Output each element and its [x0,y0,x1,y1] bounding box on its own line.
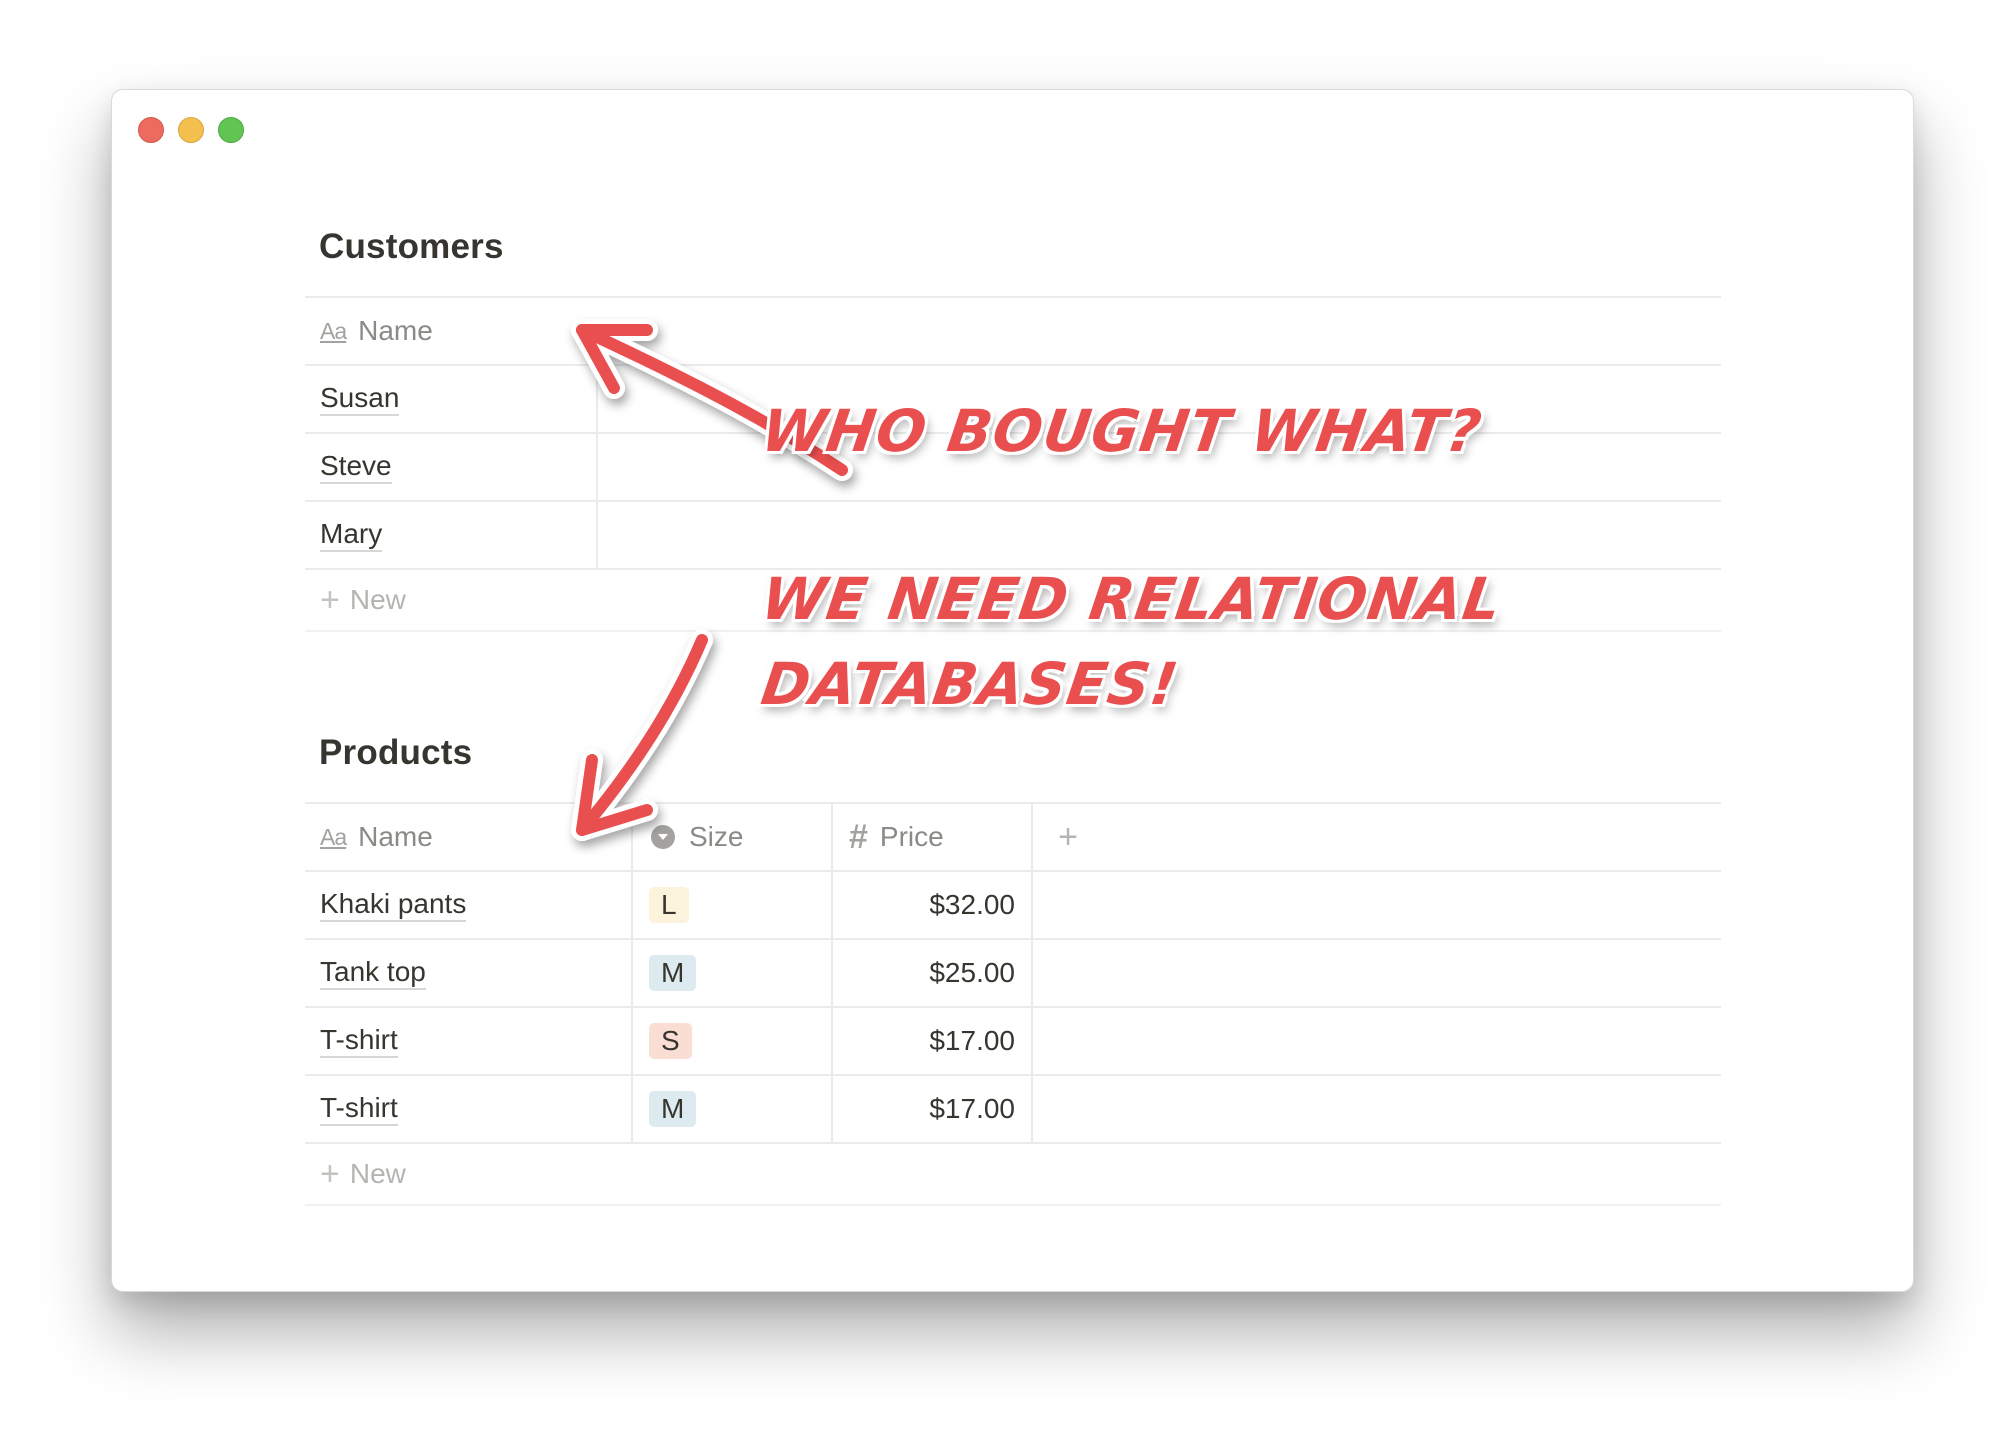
column-header-label: Price [879,821,944,852]
plus-icon: + [1058,817,1078,856]
app-window: Customers Aa Name Susan Steve Mary + New… [111,89,1914,1292]
size-cell[interactable]: M [633,940,833,1006]
size-tag: M [649,955,697,991]
products-table: Aa Name Size # Price + Khaki pants L $32… [305,802,1721,1206]
price-cell[interactable]: $25.00 [833,940,1033,1006]
price-value: $32.00 [929,889,1015,920]
product-name[interactable]: T-shirt [320,1092,398,1126]
add-column-button[interactable]: + [1033,804,1103,870]
name-cell[interactable]: Tank top [305,940,633,1006]
table-row[interactable]: Khaki pants L $32.00 [305,872,1721,940]
product-name[interactable]: Khaki pants [320,888,467,922]
annotation-relational-line2: DATABASES! [757,650,1183,718]
customers-title: Customers [319,227,504,266]
plus-icon: + [320,1155,340,1193]
stage: Customers Aa Name Susan Steve Mary + New… [0,0,2000,1440]
plus-icon: + [320,581,340,619]
arrow-icon [571,319,853,481]
maximize-window-button[interactable] [218,117,244,143]
size-cell[interactable]: S [633,1008,833,1074]
customers-header-row: Aa Name [305,296,1721,366]
name-cell[interactable]: T-shirt [305,1076,633,1142]
price-value: $17.00 [929,1093,1015,1124]
customer-name[interactable]: Susan [320,382,400,416]
table-row[interactable]: T-shirt M $17.00 [305,1076,1721,1144]
price-cell[interactable]: $17.00 [833,1008,1033,1074]
price-value: $25.00 [929,957,1015,988]
price-cell[interactable]: $32.00 [833,872,1033,938]
table-row[interactable]: Mary [305,502,1721,570]
product-name[interactable]: T-shirt [320,1024,398,1058]
name-cell[interactable]: T-shirt [305,1008,633,1074]
new-row-button[interactable]: + New [305,1144,1721,1206]
size-tag: L [649,887,689,923]
aa-text-icon: Aa [320,317,347,344]
size-tag: M [649,1091,697,1127]
new-row-label: New [349,584,406,615]
customer-name[interactable]: Steve [320,450,392,484]
products-header-row: Aa Name Size # Price + [305,802,1721,872]
arrow-icon [571,629,713,841]
column-header-price[interactable]: # Price [833,804,1033,870]
column-header-label: Name [358,821,433,852]
size-tag: S [649,1023,692,1059]
column-header-label: Name [358,315,433,346]
table-row[interactable]: Tank top M $25.00 [305,940,1721,1008]
aa-text-icon: Aa [320,823,347,850]
close-window-button[interactable] [138,117,164,143]
minimize-window-button[interactable] [178,117,204,143]
price-value: $17.00 [929,1025,1015,1056]
hash-icon: # [849,817,868,856]
annotation-who-bought-what: WHO BOUGHT WHAT? [757,397,1487,465]
table-row[interactable]: T-shirt S $17.00 [305,1008,1721,1076]
size-cell[interactable]: M [633,1076,833,1142]
products-title: Products [319,733,473,772]
annotation-relational-line1: WE NEED RELATIONAL [757,565,1507,633]
customer-name[interactable]: Mary [320,518,383,552]
new-row-label: New [349,1158,406,1189]
price-cell[interactable]: $17.00 [833,1076,1033,1142]
product-name[interactable]: Tank top [320,956,426,990]
